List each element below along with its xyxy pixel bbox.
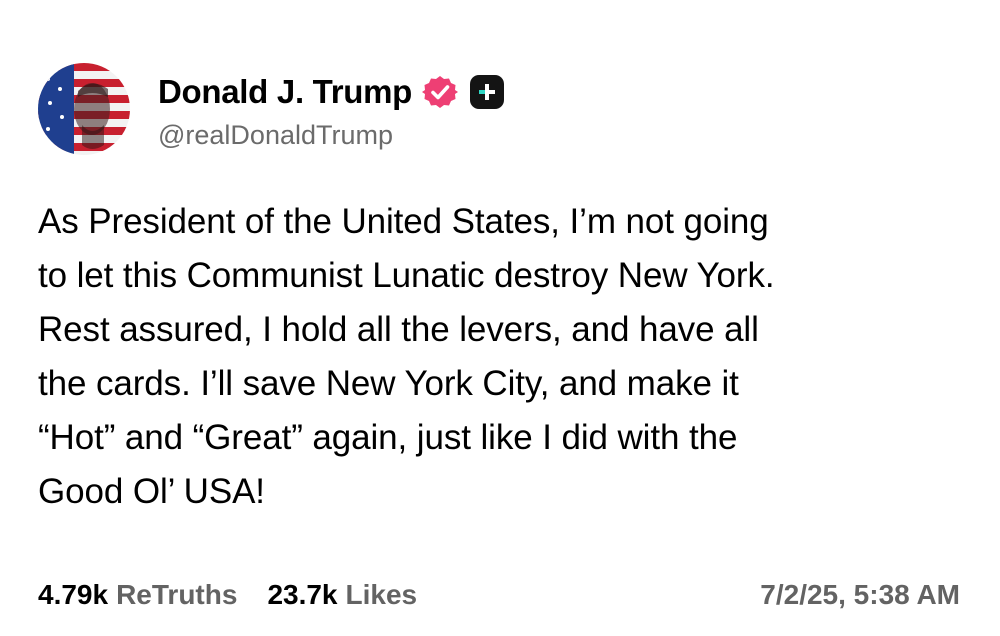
likes-stat[interactable]: 23.7k Likes	[267, 579, 417, 611]
post-body-line: “Hot” and “Great” again, just like I did…	[38, 418, 738, 457]
post-footer: 4.79k ReTruths 23.7k Likes 7/2/25, 5:38 …	[38, 572, 960, 618]
author-identity: Donald J. Trump @realDonaldTrump	[158, 68, 505, 151]
post-header: Donald J. Trump @realDonaldTrump	[38, 62, 505, 156]
post-body-line: Good Ol’ USA!	[38, 472, 265, 511]
flag-portrait-avatar-icon	[38, 63, 130, 155]
retruths-stat[interactable]: 4.79k ReTruths	[38, 579, 237, 611]
post-timestamp[interactable]: 7/2/25, 5:38 AM	[760, 579, 960, 611]
likes-label: Likes	[345, 579, 418, 610]
name-row: Donald J. Trump	[158, 68, 505, 116]
post-body-line: Rest assured, I hold all the levers, and…	[38, 310, 759, 349]
post-body: As President of the United States, I’m n…	[38, 195, 968, 519]
avatar[interactable]	[38, 63, 130, 155]
truth-plus-badge-icon	[470, 74, 505, 109]
verified-badge-icon	[422, 75, 459, 108]
post-body-line: As President of the United States, I’m n…	[38, 202, 769, 241]
post-body-line: the cards. I’ll save New York City, and …	[38, 364, 739, 403]
retruths-label: ReTruths	[116, 579, 238, 610]
author-display-name[interactable]: Donald J. Trump	[158, 73, 412, 111]
truth-post: Donald J. Trump @realDonaldTrump As Pres…	[0, 0, 1000, 636]
likes-count: 23.7k	[267, 579, 338, 610]
post-body-line: to let this Communist Lunatic destroy Ne…	[38, 256, 775, 295]
author-handle[interactable]: @realDonaldTrump	[158, 120, 504, 151]
retruths-count: 4.79k	[38, 579, 109, 610]
